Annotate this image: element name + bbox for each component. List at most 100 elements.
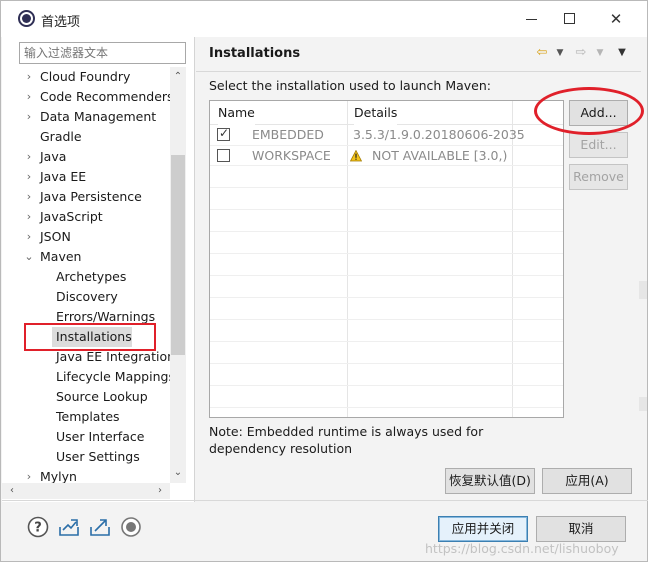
- eclipse-app-icon: [18, 10, 35, 27]
- page-title: Installations: [209, 46, 301, 61]
- scroll-down-icon[interactable]: ⌄: [170, 465, 186, 481]
- expand-arrow-icon[interactable]: ›: [24, 147, 34, 167]
- tree-horizontal-scrollbar[interactable]: ‹ ›: [2, 483, 170, 499]
- remove-button[interactable]: Remove: [569, 164, 628, 190]
- forward-arrow-icon[interactable]: ⇨: [573, 45, 589, 61]
- embedded-checkbox[interactable]: ✓: [217, 126, 230, 141]
- restore-defaults-button[interactable]: 恢复默认值(D): [445, 468, 535, 494]
- tree-item-java-persistence[interactable]: › Java Persistence: [2, 187, 170, 207]
- scroll-right-icon[interactable]: ›: [152, 483, 168, 499]
- installation-name[interactable]: WORKSPACE: [252, 146, 331, 166]
- tree-item-gradle[interactable]: Gradle: [2, 127, 170, 147]
- expand-arrow-icon[interactable]: ›: [24, 87, 34, 107]
- scrollbar-thumb[interactable]: [171, 155, 185, 355]
- row-divider: [210, 341, 563, 342]
- tree-item-templates[interactable]: Templates: [2, 407, 170, 427]
- tree-item-label: Source Lookup: [56, 389, 148, 404]
- tree-item-label: Templates: [56, 409, 120, 424]
- tree-item-java-ee[interactable]: › Java EE: [2, 167, 170, 187]
- preferences-navigation-panel: › Cloud Foundry › Code Recommenders › Da…: [2, 37, 195, 502]
- apply-button[interactable]: 应用(A): [542, 468, 632, 494]
- tree-item-label: Code Recommenders: [40, 89, 170, 104]
- scroll-left-icon[interactable]: ‹: [4, 483, 20, 499]
- tree-item-lifecycle-mappings[interactable]: Lifecycle Mappings: [2, 367, 170, 387]
- tree-item-label: Gradle: [40, 129, 82, 144]
- filter-input[interactable]: [19, 42, 186, 64]
- tree-item-cloud-foundry[interactable]: › Cloud Foundry: [2, 67, 170, 87]
- header-separator: [196, 71, 641, 72]
- installation-description: Select the installation used to launch M…: [209, 78, 491, 93]
- expand-arrow-icon[interactable]: ›: [24, 227, 34, 247]
- row-divider: [210, 253, 563, 254]
- forward-menu-icon[interactable]: ▼: [592, 45, 608, 61]
- tree-item-user-settings[interactable]: User Settings: [2, 447, 170, 467]
- tree-item-data-management[interactable]: › Data Management: [2, 107, 170, 127]
- row-divider: [210, 407, 563, 408]
- column-header-details[interactable]: Details: [354, 101, 398, 125]
- expand-arrow-icon[interactable]: ›: [24, 207, 34, 227]
- import-icon[interactable]: [58, 516, 80, 538]
- tree-item-java[interactable]: › Java: [2, 147, 170, 167]
- tree-item-mylyn[interactable]: › Mylyn: [2, 467, 170, 483]
- tree-item-label: Java EE: [40, 169, 87, 184]
- tree-item-label: Java: [40, 149, 67, 164]
- tree-vertical-scrollbar[interactable]: ⌃ ⌄: [170, 67, 186, 483]
- column-divider: [347, 101, 348, 417]
- tree-item-maven[interactable]: ⌄ Maven: [2, 247, 170, 267]
- tree-item-json[interactable]: › JSON: [2, 227, 170, 247]
- view-menu-icon[interactable]: ▼: [614, 45, 630, 61]
- expand-arrow-icon[interactable]: ›: [24, 187, 34, 207]
- cancel-button[interactable]: 取消: [536, 516, 626, 542]
- tree-item-label: Java Persistence: [40, 189, 142, 204]
- tree-item-label: Archetypes: [56, 269, 127, 284]
- column-divider: [512, 101, 513, 417]
- row-divider: [210, 319, 563, 320]
- record-icon[interactable]: [120, 516, 142, 538]
- minimize-icon: [526, 19, 537, 20]
- tree-item-discovery[interactable]: Discovery: [2, 287, 170, 307]
- footer-separator: [2, 500, 648, 501]
- tree-item-label: User Interface: [56, 429, 145, 444]
- minimize-button[interactable]: [511, 4, 553, 34]
- tree-item-code-recommenders[interactable]: › Code Recommenders: [2, 87, 170, 107]
- preferences-window: 首选项 ✕ › Cloud Foundry › Code Recommender…: [0, 0, 648, 562]
- close-button[interactable]: ✕: [595, 4, 637, 34]
- background-window-edge: [639, 397, 647, 411]
- row-divider: [210, 385, 563, 386]
- help-icon[interactable]: ?: [27, 516, 49, 538]
- window-title: 首选项: [41, 15, 81, 30]
- row-divider: [210, 209, 563, 210]
- tree-item-javascript[interactable]: › JavaScript: [2, 207, 170, 227]
- expand-arrow-icon[interactable]: ›: [24, 467, 34, 483]
- back-menu-icon[interactable]: ▼: [552, 45, 568, 61]
- workspace-checkbox[interactable]: [217, 149, 230, 162]
- warning-icon: [350, 150, 362, 162]
- maximize-button[interactable]: [549, 4, 591, 34]
- tree-item-label: User Settings: [56, 449, 140, 464]
- installation-details: NOT AVAILABLE [3.0,): [372, 148, 508, 163]
- expand-arrow-icon[interactable]: ›: [24, 107, 34, 127]
- expand-arrow-icon[interactable]: ›: [24, 67, 34, 87]
- tree-item-source-lookup[interactable]: Source Lookup: [2, 387, 170, 407]
- apply-and-close-button[interactable]: 应用并关闭: [438, 516, 528, 542]
- tree-item-label: Lifecycle Mappings: [56, 369, 170, 384]
- tree-item-archetypes[interactable]: Archetypes: [2, 267, 170, 287]
- preferences-tree: › Cloud Foundry › Code Recommenders › Da…: [2, 67, 170, 483]
- export-icon[interactable]: [89, 516, 111, 538]
- column-header-name[interactable]: Name: [218, 101, 255, 125]
- highlight-annotation-rectangle: [24, 323, 156, 351]
- expand-arrow-icon[interactable]: ›: [24, 167, 34, 187]
- page-header: Installations ⇦ ▼ ⇨ ▼ ▼: [196, 37, 648, 73]
- background-window-edge: [639, 281, 647, 299]
- title-bar: 首选项 ✕: [1, 1, 647, 37]
- back-arrow-icon[interactable]: ⇦: [534, 45, 550, 61]
- installation-name[interactable]: EMBEDDED: [252, 125, 324, 145]
- edit-button[interactable]: Edit...: [569, 132, 628, 158]
- tree-item-label: Cloud Foundry: [40, 69, 131, 84]
- row-divider: [210, 297, 563, 298]
- checkmark-icon: ✓: [219, 126, 230, 140]
- installation-details: 3.5.3/1.9.0.20180606-2035: [353, 127, 525, 142]
- collapse-arrow-icon[interactable]: ⌄: [24, 247, 34, 267]
- tree-item-user-interface[interactable]: User Interface: [2, 427, 170, 447]
- scroll-up-icon[interactable]: ⌃: [170, 69, 186, 85]
